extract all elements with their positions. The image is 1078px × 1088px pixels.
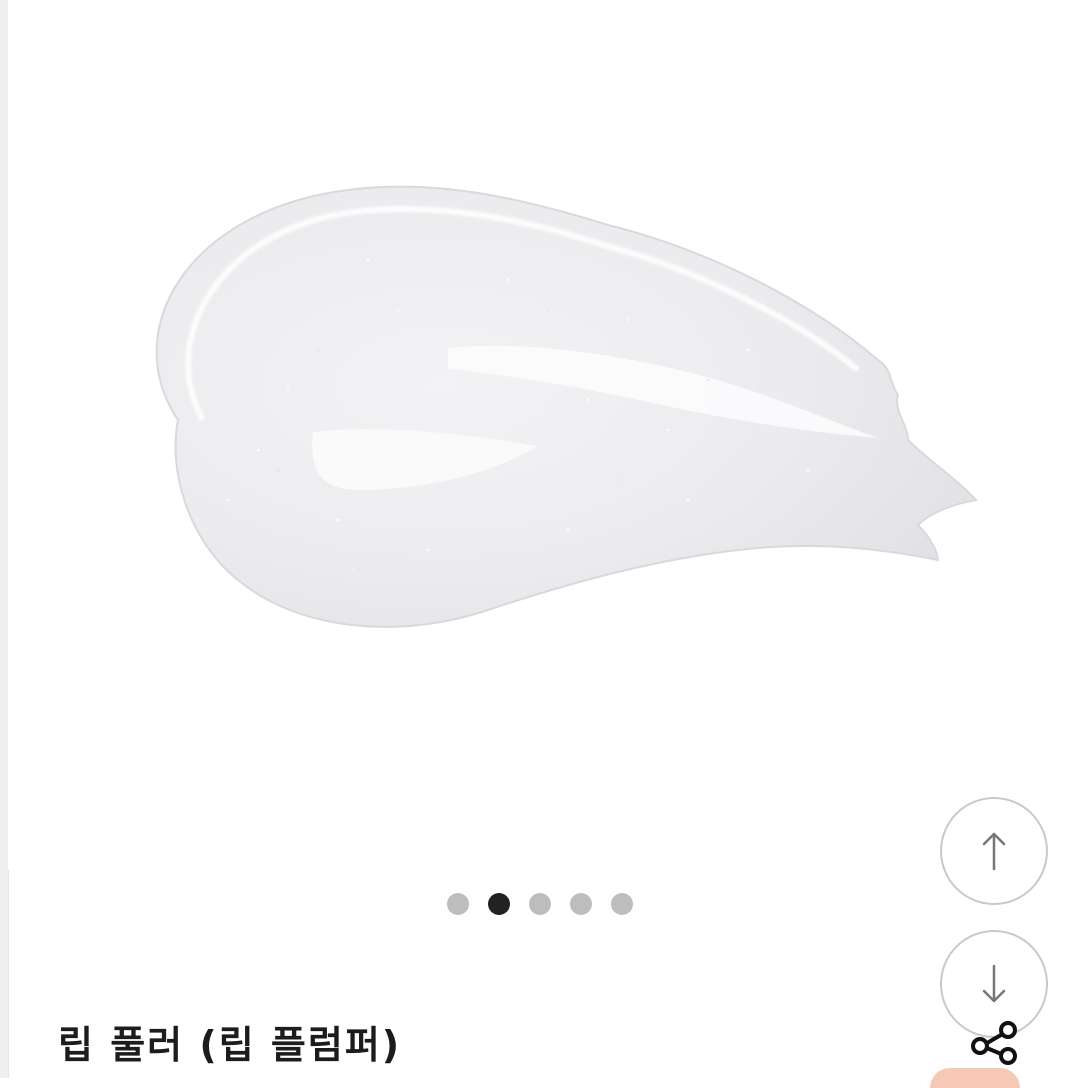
scroll-to-top-button[interactable] <box>940 797 1048 905</box>
arrow-down-icon <box>982 964 1006 1003</box>
floating-action-button-partial[interactable] <box>930 1068 1020 1088</box>
product-image-viewer[interactable] <box>8 0 1078 870</box>
arrow-up-icon <box>982 832 1006 871</box>
carousel-pagination <box>447 893 633 915</box>
share-button[interactable] <box>968 1018 1024 1070</box>
share-icon <box>971 1021 1017 1065</box>
carousel-dot-1[interactable] <box>447 893 469 915</box>
product-title: 립 풀러 (립 플럼퍼) <box>58 1023 402 1067</box>
carousel-dot-5[interactable] <box>611 893 633 915</box>
carousel-dot-3[interactable] <box>529 893 551 915</box>
lip-gloss-swatch-image <box>155 185 978 628</box>
carousel-dot-4[interactable] <box>570 893 592 915</box>
carousel-dot-2-active[interactable] <box>488 893 510 915</box>
